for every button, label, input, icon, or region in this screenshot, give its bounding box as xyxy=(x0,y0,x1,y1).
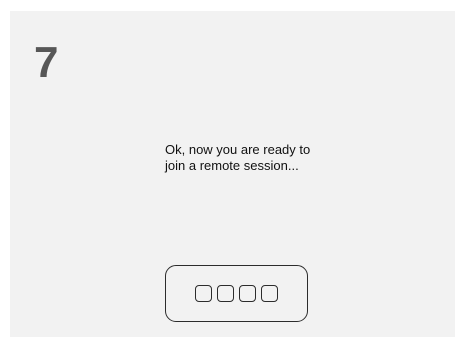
session-code-digit-3[interactable] xyxy=(239,285,256,302)
session-code-input[interactable] xyxy=(165,265,308,322)
step-number: 7 xyxy=(34,38,59,87)
message-line-1: Ok, now you are ready to xyxy=(165,142,311,157)
ready-message: Ok, now you are ready to join a remote s… xyxy=(165,142,365,174)
step-panel: 7 Ok, now you are ready to join a remote… xyxy=(10,11,455,337)
message-line-2: join a remote session... xyxy=(165,158,299,173)
session-code-digit-1[interactable] xyxy=(195,285,212,302)
session-code-digit-4[interactable] xyxy=(261,285,278,302)
session-code-digit-2[interactable] xyxy=(217,285,234,302)
